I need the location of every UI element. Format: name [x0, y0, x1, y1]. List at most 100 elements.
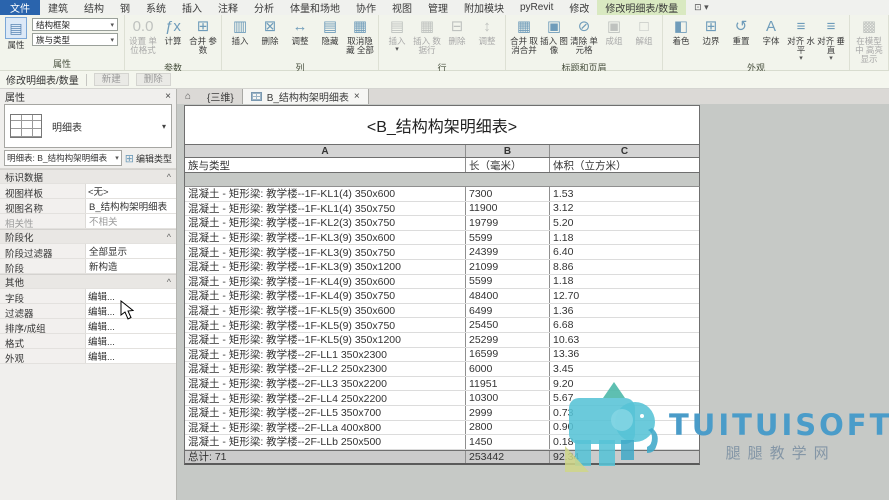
- ribbon-tab[interactable]: 协作: [348, 0, 384, 15]
- length-cell[interactable]: 5599: [466, 275, 550, 289]
- volume-cell[interactable]: 6.40: [550, 245, 699, 259]
- column-letter-b[interactable]: B: [466, 145, 550, 157]
- file-tab[interactable]: 文件: [0, 0, 40, 15]
- family-type-cell[interactable]: 混凝土 - 矩形梁: 教学楼--1F-KL4(9) 350x600: [185, 275, 466, 289]
- length-cell[interactable]: 16599: [466, 348, 550, 362]
- hide-column-button[interactable]: ▤ 隐藏: [315, 17, 345, 53]
- family-type-cell[interactable]: 混凝土 - 矩形梁: 教学楼--1F-KL5(9) 350x600: [185, 304, 466, 318]
- collapse-chevron-icon[interactable]: ^: [167, 232, 171, 242]
- new-button[interactable]: 新建: [94, 73, 129, 86]
- contextual-tab-modify-schedule[interactable]: 修改明细表/数量: [597, 0, 686, 15]
- collapse-chevron-icon[interactable]: ^: [167, 172, 171, 182]
- type-selector[interactable]: 明细表 ▾: [4, 104, 172, 148]
- properties-button[interactable]: ▤ 属性: [3, 17, 29, 51]
- volume-cell[interactable]: 6.68: [550, 318, 699, 332]
- group-button[interactable]: ▣ 成组: [599, 17, 629, 53]
- ribbon-tab[interactable]: 钢: [112, 0, 138, 15]
- volume-cell[interactable]: 13.36: [550, 348, 699, 362]
- ungroup-button[interactable]: □ 解组: [629, 17, 659, 53]
- font-button[interactable]: A 字体: [756, 17, 786, 53]
- header-length[interactable]: 长（毫米）: [466, 158, 550, 172]
- volume-cell[interactable]: 1.53: [550, 187, 699, 201]
- ribbon-tab[interactable]: 建筑: [40, 0, 76, 15]
- length-cell[interactable]: 11900: [466, 202, 550, 216]
- family-type-cell[interactable]: 混凝土 - 矩形梁: 教学楼--2F-LLa 400x800: [185, 421, 466, 435]
- align-vertical-button[interactable]: ≡ 对齐 垂直 ▾: [816, 17, 846, 62]
- volume-cell[interactable]: 1.36: [550, 304, 699, 318]
- length-cell[interactable]: 25450: [466, 318, 550, 332]
- reset-button[interactable]: ↺ 重置: [726, 17, 756, 53]
- length-cell[interactable]: 5599: [466, 231, 550, 245]
- header-family-type[interactable]: 族与类型: [185, 158, 466, 172]
- property-value[interactable]: B_结构构架明细表: [86, 199, 176, 213]
- length-cell[interactable]: 21099: [466, 260, 550, 274]
- close-tab-icon[interactable]: ×: [354, 91, 360, 102]
- delete-row-button[interactable]: ⊟ 删除: [442, 17, 472, 53]
- length-cell[interactable]: 6000: [466, 362, 550, 376]
- family-type-cell[interactable]: 混凝土 - 矩形梁: 教学楼--2F-LLb 250x500: [185, 435, 466, 449]
- family-type-cell[interactable]: 混凝土 - 矩形梁: 教学楼--1F-KL1(4) 350x750: [185, 202, 466, 216]
- column-letter-c[interactable]: C: [550, 145, 699, 157]
- volume-cell[interactable]: 9.20: [550, 377, 699, 391]
- family-type-cell[interactable]: 混凝土 - 矩形梁: 教学楼--2F-LL5 350x700: [185, 406, 466, 420]
- family-type-cell[interactable]: 混凝土 - 矩形梁: 教学楼--1F-KL3(9) 350x1200: [185, 260, 466, 274]
- volume-cell[interactable]: 12.70: [550, 289, 699, 303]
- clear-cell-button[interactable]: ⊘ 清除 单元格: [569, 17, 599, 62]
- family-type-cell[interactable]: 混凝土 - 矩形梁: 教学楼--2F-LL1 350x2300: [185, 348, 466, 362]
- volume-cell[interactable]: 8.86: [550, 260, 699, 274]
- view-tab-schedule[interactable]: B_结构构架明细表 ×: [242, 89, 369, 104]
- shading-button[interactable]: ◧ 着色: [666, 17, 696, 53]
- length-cell[interactable]: 24399: [466, 245, 550, 259]
- length-cell[interactable]: 19799: [466, 216, 550, 230]
- highlight-in-model-button[interactable]: ▩ 在模型中 高亮显示: [853, 17, 885, 71]
- combine-parameters-button[interactable]: ⊞ 合并 参数: [188, 17, 218, 62]
- unhide-all-button[interactable]: ▦ 取消隐藏 全部: [345, 17, 375, 62]
- property-value[interactable]: 不相关: [86, 214, 176, 228]
- insert-column-button[interactable]: ▥ 插入: [225, 17, 255, 53]
- length-cell[interactable]: 11951: [466, 377, 550, 391]
- align-horizontal-button[interactable]: ≡ 对齐 水平 ▾: [786, 17, 816, 62]
- family-type-select[interactable]: 族与类型 ▾: [32, 33, 118, 46]
- merge-unmerge-button[interactable]: ▦ 合并 取消合并: [509, 17, 539, 62]
- family-type-cell[interactable]: 混凝土 - 矩形梁: 教学楼--2F-LL3 350x2200: [185, 377, 466, 391]
- family-type-cell[interactable]: 混凝土 - 矩形梁: 教学楼--1F-KL1(4) 350x600: [185, 187, 466, 201]
- volume-cell[interactable]: 3.45: [550, 362, 699, 376]
- resize-column-button[interactable]: ↔ 调整: [285, 17, 315, 53]
- length-cell[interactable]: 1450: [466, 435, 550, 449]
- close-icon[interactable]: ×: [165, 91, 171, 102]
- family-type-cell[interactable]: 混凝土 - 矩形梁: 教学楼--1F-KL4(9) 350x750: [185, 289, 466, 303]
- category-select[interactable]: 结构框架 ▾: [32, 18, 118, 31]
- volume-cell[interactable]: 0.18: [550, 435, 699, 449]
- length-cell[interactable]: 7300: [466, 187, 550, 201]
- borders-button[interactable]: ⊞ 边界: [696, 17, 726, 53]
- delete-button[interactable]: 删除: [136, 73, 171, 86]
- volume-cell[interactable]: 5.20: [550, 216, 699, 230]
- ribbon-tab[interactable]: 插入: [174, 0, 210, 15]
- property-value[interactable]: 编辑...: [86, 334, 176, 348]
- property-value[interactable]: 新构造: [86, 259, 176, 273]
- ribbon-tab[interactable]: 注释: [210, 0, 246, 15]
- panel-display-toggle-icon[interactable]: ⊡ ▾: [686, 0, 717, 15]
- delete-column-button[interactable]: ⊠ 删除: [255, 17, 285, 53]
- property-value[interactable]: 全部显示: [86, 244, 176, 258]
- family-type-cell[interactable]: 混凝土 - 矩形梁: 教学楼--1F-KL5(9) 350x1200: [185, 333, 466, 347]
- view-tab-3d[interactable]: {三维}: [199, 89, 242, 104]
- length-cell[interactable]: 48400: [466, 289, 550, 303]
- insert-data-row-button[interactable]: ▦ 插入 数据行: [412, 17, 442, 62]
- ribbon-tab[interactable]: 管理: [420, 0, 456, 15]
- volume-cell[interactable]: 0.73: [550, 406, 699, 420]
- length-cell[interactable]: 10300: [466, 391, 550, 405]
- length-cell[interactable]: 6499: [466, 304, 550, 318]
- home-icon[interactable]: ⌂: [177, 89, 199, 104]
- calculate-button[interactable]: ƒx 计算: [158, 17, 188, 53]
- volume-cell[interactable]: 1.18: [550, 275, 699, 289]
- property-value[interactable]: 编辑...: [86, 349, 176, 363]
- collapse-chevron-icon[interactable]: ^: [167, 277, 171, 287]
- volume-cell[interactable]: 5.67: [550, 391, 699, 405]
- length-cell[interactable]: 2800: [466, 421, 550, 435]
- volume-cell[interactable]: 10.63: [550, 333, 699, 347]
- property-value[interactable]: <无>: [86, 184, 176, 198]
- ribbon-tab[interactable]: 结构: [76, 0, 112, 15]
- column-letter-a[interactable]: A: [185, 145, 466, 157]
- ribbon-tab[interactable]: 附加模块: [456, 0, 512, 15]
